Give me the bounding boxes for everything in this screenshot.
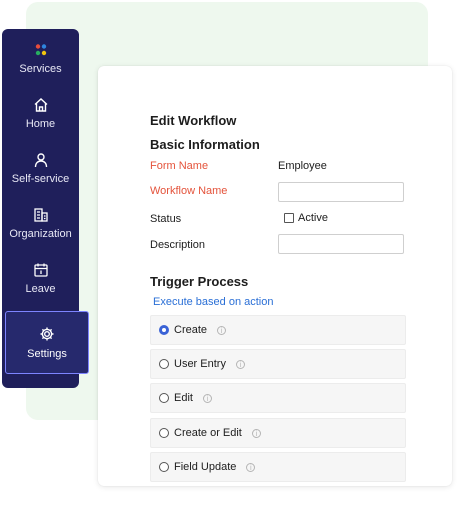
trigger-process-heading: Trigger Process [150, 274, 249, 289]
trigger-option-create[interactable]: Create i [150, 315, 406, 345]
sidebar-item-label: Home [25, 118, 56, 130]
radio-button[interactable] [159, 462, 169, 472]
radio-button[interactable] [159, 359, 169, 369]
active-checkbox-label: Active [298, 212, 328, 224]
active-checkbox[interactable] [284, 213, 294, 223]
trigger-option-create-or-edit[interactable]: Create or Edit i [150, 418, 406, 448]
option-label: User Entry [174, 358, 226, 370]
sidebar-item-leave[interactable]: Leave [2, 261, 79, 311]
radio-button[interactable] [159, 393, 169, 403]
edit-workflow-card: Edit Workflow Basic Information Form Nam… [98, 66, 452, 486]
description-label: Description [150, 239, 206, 251]
option-label: Edit [174, 392, 193, 404]
sidebar-item-label: Services [19, 63, 62, 75]
description-input[interactable] [278, 234, 404, 254]
form-name-label: Form Name [150, 160, 209, 172]
calendar-icon [32, 261, 50, 279]
sidebar-item-settings[interactable]: Settings [5, 311, 89, 374]
info-icon[interactable]: i [235, 359, 245, 369]
info-icon[interactable]: i [217, 325, 227, 335]
sidebar-item-home[interactable]: Home [2, 96, 79, 146]
sidebar-item-organization[interactable]: Organization [2, 206, 79, 256]
info-icon[interactable]: i [246, 462, 256, 472]
active-checkbox-group[interactable]: Active [284, 212, 328, 224]
sidebar-item-label: Self-service [11, 173, 70, 185]
option-label: Field Update [174, 461, 237, 473]
option-label: Create [174, 324, 208, 336]
radio-button[interactable] [159, 428, 169, 438]
trigger-option-edit[interactable]: Edit i [150, 383, 406, 413]
form-name-value: Employee [278, 160, 327, 172]
trigger-option-field-update[interactable]: Field Update i [150, 452, 406, 482]
info-icon[interactable]: i [202, 393, 212, 403]
building-icon [32, 206, 50, 224]
option-label: Create or Edit [174, 427, 242, 439]
workflow-name-input[interactable] [278, 182, 404, 202]
basic-information-heading: Basic Information [150, 137, 260, 152]
sidebar: Services Home Self-service Organization … [2, 29, 89, 388]
sidebar-item-label: Settings [27, 348, 67, 360]
radio-button[interactable] [159, 325, 169, 335]
page-title: Edit Workflow [150, 113, 237, 128]
user-icon [32, 151, 50, 169]
services-icon [32, 41, 50, 59]
sidebar-item-label: Leave [25, 283, 56, 295]
info-icon[interactable]: i [251, 428, 261, 438]
sidebar-item-self-service[interactable]: Self-service [2, 151, 79, 201]
workflow-name-label: Workflow Name [150, 185, 228, 197]
execute-based-on-action-link[interactable]: Execute based on action [153, 296, 273, 308]
home-icon [32, 96, 50, 114]
status-label: Status [150, 213, 182, 225]
trigger-option-user-entry[interactable]: User Entry i [150, 349, 406, 379]
gear-icon [38, 325, 56, 343]
sidebar-item-label: Organization [9, 228, 72, 240]
sidebar-item-services[interactable]: Services [2, 41, 79, 91]
